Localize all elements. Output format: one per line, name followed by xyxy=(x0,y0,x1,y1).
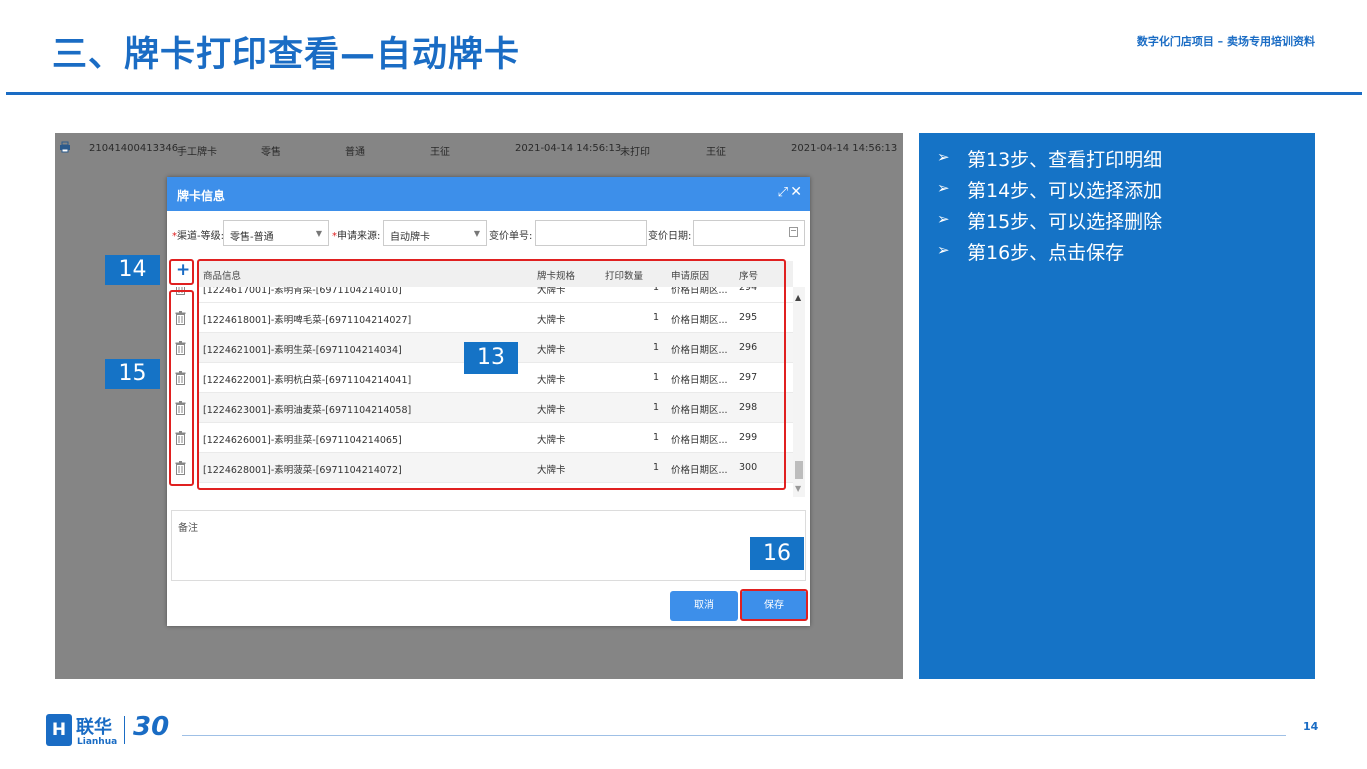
channel-level-label: *渠道-等级: xyxy=(172,231,224,242)
note-field[interactable]: 备注 xyxy=(171,510,806,581)
callout-13: 13 xyxy=(464,342,518,374)
header-divider xyxy=(6,92,1362,95)
logo-brand-en: Lianhua xyxy=(77,737,118,747)
highlight-detail xyxy=(197,259,786,490)
scroll-up-icon[interactable]: ▲ xyxy=(795,293,801,302)
bg-operator: 王征 xyxy=(706,147,726,158)
arrow-bullet-icon: ➢ xyxy=(937,148,950,166)
source-select[interactable]: 自动牌卡 ▼ xyxy=(383,220,487,246)
dialog-title: 牌卡信息 xyxy=(177,189,226,203)
highlight-add xyxy=(169,259,194,285)
cancel-button[interactable]: 取消 xyxy=(670,591,738,621)
logo-divider xyxy=(124,716,125,744)
source-label: *申请来源: xyxy=(332,231,381,242)
bg-created-at: 2021-04-14 14:56:13 xyxy=(515,143,622,154)
price-change-no-input[interactable] xyxy=(535,220,647,246)
printer-icon[interactable] xyxy=(59,141,71,153)
scrollbar-thumb[interactable] xyxy=(795,461,803,479)
chevron-down-icon: ▼ xyxy=(315,229,322,238)
arrow-bullet-icon: ➢ xyxy=(937,210,950,228)
bg-id: 21041400413346 xyxy=(89,143,179,154)
highlight-save xyxy=(740,589,808,621)
close-icon[interactable]: ✕ xyxy=(790,184,802,200)
price-change-date-input[interactable] xyxy=(693,220,805,246)
callout-14: 14 xyxy=(105,255,160,285)
bg-channel: 零售 xyxy=(261,147,281,158)
bg-type: 手工牌卡 xyxy=(177,147,217,158)
dialog-form: *渠道-等级: 零售-普通 ▼ *申请来源: 自动牌卡 ▼ 变价单号: 变价日期… xyxy=(167,217,810,249)
page-number: 14 xyxy=(1303,720,1319,733)
arrow-bullet-icon: ➢ xyxy=(937,179,950,197)
bg-level: 普通 xyxy=(345,147,365,158)
logo-icon: H xyxy=(46,714,72,746)
dialog-header: 牌卡信息 ⤢ ✕ xyxy=(167,177,810,211)
screenshot-area: 21041400413346 手工牌卡 零售 普通 王征 2021-04-14 … xyxy=(55,133,903,679)
logo-brand-cn: 联华 xyxy=(76,717,112,738)
channel-level-select[interactable]: 零售-普通 ▼ xyxy=(223,220,329,246)
step-item: ➢ 第13步、查看打印明细 xyxy=(937,148,1163,171)
step-item: ➢ 第14步、可以选择添加 xyxy=(937,179,1163,202)
bg-creator: 王征 xyxy=(430,147,450,158)
step-item: ➢ 第16步、点击保存 xyxy=(937,241,1125,264)
step-item: ➢ 第15步、可以选择删除 xyxy=(937,210,1163,233)
calendar-icon[interactable] xyxy=(789,227,798,237)
steps-list: ➢ 第13步、查看打印明细 ➢ 第14步、可以选择添加 ➢ 第15步、可以选择删除 ➢… xyxy=(937,145,1162,269)
maximize-icon[interactable]: ⤢ xyxy=(778,185,788,200)
arrow-bullet-icon: ➢ xyxy=(937,241,950,259)
callout-15: 15 xyxy=(105,359,160,389)
steps-panel: ➢ 第13步、查看打印明细 ➢ 第14步、可以选择添加 ➢ 第15步、可以选择删除 ➢… xyxy=(919,133,1315,679)
table-scrollbar[interactable]: ▲ ▼ xyxy=(793,287,805,497)
slide: 三、牌卡打印查看—自动牌卡 数字化门店项目 – 卖场专用培训资料 2104140… xyxy=(0,0,1367,769)
anniversary-logo: 30 xyxy=(133,712,170,742)
slide-subtitle: 数字化门店项目 – 卖场专用培训资料 xyxy=(1136,35,1315,48)
slide-title: 三、牌卡打印查看—自动牌卡 xyxy=(52,35,521,75)
callout-16: 16 xyxy=(750,537,804,570)
note-label: 备注 xyxy=(178,523,198,534)
highlight-delete xyxy=(169,290,194,486)
price-change-date-label: 变价日期: xyxy=(648,231,692,242)
bg-status: 未打印 xyxy=(620,147,650,158)
footer-divider xyxy=(182,735,1286,736)
scroll-down-icon[interactable]: ▼ xyxy=(795,484,801,493)
bg-updated-at: 2021-04-14 14:56:13 xyxy=(791,143,898,154)
price-change-no-label: 变价单号: xyxy=(489,231,533,242)
background-list-row: 21041400413346 手工牌卡 零售 普通 王征 2021-04-14 … xyxy=(55,133,903,165)
chevron-down-icon: ▼ xyxy=(473,229,480,238)
